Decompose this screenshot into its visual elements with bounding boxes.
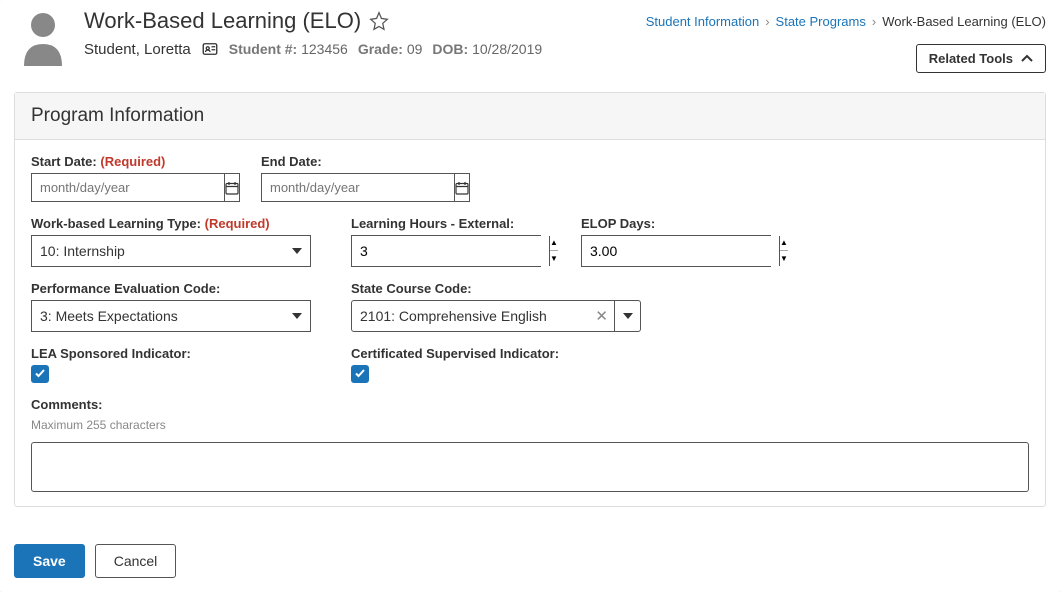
hours-ext-input[interactable] [352,236,549,266]
course-code-clear-button[interactable]: ✕ [595,307,608,325]
check-icon [354,367,366,382]
elop-days-spinner: ▲ ▼ [581,235,771,267]
close-icon: ✕ [595,308,608,325]
calendar-icon [455,181,469,195]
program-info-panel: Program Information Start Date: (Require… [14,92,1046,507]
chevron-down-icon [292,313,302,319]
perf-code-value: 3: Meets Expectations [40,308,178,324]
hours-ext-label: Learning Hours - External: [351,216,514,231]
chevron-right-icon: › [872,14,876,29]
id-card-icon[interactable] [201,40,219,58]
page-title: Work-Based Learning (ELO) [84,8,361,34]
perf-code-label: Performance Evaluation Code: [31,281,220,296]
course-code-dropdown-button[interactable] [615,300,641,332]
grade-label: Grade: [358,41,403,57]
chevron-right-icon: › [765,14,769,29]
cert-label: Certificated Supervised Indicator: [351,346,559,361]
content-scroll-area[interactable]: Program Information Start Date: (Require… [0,72,1060,534]
breadcrumb: Student Information › State Programs › W… [646,14,1046,29]
lea-checkbox[interactable] [31,365,49,383]
panel-title: Program Information [15,93,1045,140]
start-date-input[interactable] [31,173,224,202]
course-code-input[interactable]: 2101: Comprehensive English ✕ [351,300,615,332]
breadcrumb-link-state-programs[interactable]: State Programs [776,14,866,29]
hours-ext-increment[interactable]: ▲ [550,236,558,251]
hours-ext-decrement[interactable]: ▼ [550,251,558,266]
related-tools-button[interactable]: Related Tools [916,44,1046,73]
calendar-icon [225,181,239,195]
dob-label: DOB: [432,41,468,57]
save-button[interactable]: Save [14,544,85,578]
student-name: Student, Loretta [84,41,191,58]
student-number-label: Student #: [229,41,297,57]
breadcrumb-current: Work-Based Learning (ELO) [882,14,1046,29]
student-avatar-icon [14,8,72,66]
start-date-calendar-button[interactable] [224,173,240,202]
favorite-star-icon[interactable] [369,11,389,31]
check-icon [34,367,46,382]
wbl-type-label: Work-based Learning Type: [31,216,201,231]
cert-checkbox[interactable] [351,365,369,383]
comments-textarea[interactable] [31,442,1029,492]
student-number-value: 123456 [301,41,348,57]
elop-days-input[interactable] [582,236,779,266]
comments-label: Comments: [31,397,103,412]
elop-days-label: ELOP Days: [581,216,655,231]
breadcrumb-link-student-info[interactable]: Student Information [646,14,759,29]
page-header: Work-Based Learning (ELO) Student Inform… [0,0,1060,72]
end-date-input[interactable] [261,173,454,202]
action-footer: Save Cancel [0,534,1060,592]
dob-value: 10/28/2019 [472,41,542,57]
elop-days-decrement[interactable]: ▼ [780,251,788,266]
perf-code-select[interactable]: 3: Meets Expectations [31,300,311,332]
start-date-label: Start Date: [31,154,97,169]
hours-ext-spinner: ▲ ▼ [351,235,541,267]
chevron-down-icon [623,313,633,319]
lea-label: LEA Sponsored Indicator: [31,346,191,361]
elop-days-increment[interactable]: ▲ [780,236,788,251]
end-date-label: End Date: [261,154,322,169]
wbl-type-value: 10: Internship [40,243,125,259]
cancel-button[interactable]: Cancel [95,544,177,578]
grade-value: 09 [407,41,423,57]
chevron-down-icon [292,248,302,254]
chevron-up-icon [1021,53,1033,65]
course-code-label: State Course Code: [351,281,472,296]
start-date-required: (Required) [100,154,165,169]
end-date-calendar-button[interactable] [454,173,470,202]
related-tools-label: Related Tools [929,51,1013,66]
student-meta-row: Student, Loretta Student #: 123456 Grade… [84,40,1046,58]
course-code-value: 2101: Comprehensive English [360,308,547,324]
wbl-type-select[interactable]: 10: Internship [31,235,311,267]
comments-hint: Maximum 255 characters [31,418,1029,432]
wbl-type-required: (Required) [205,216,270,231]
